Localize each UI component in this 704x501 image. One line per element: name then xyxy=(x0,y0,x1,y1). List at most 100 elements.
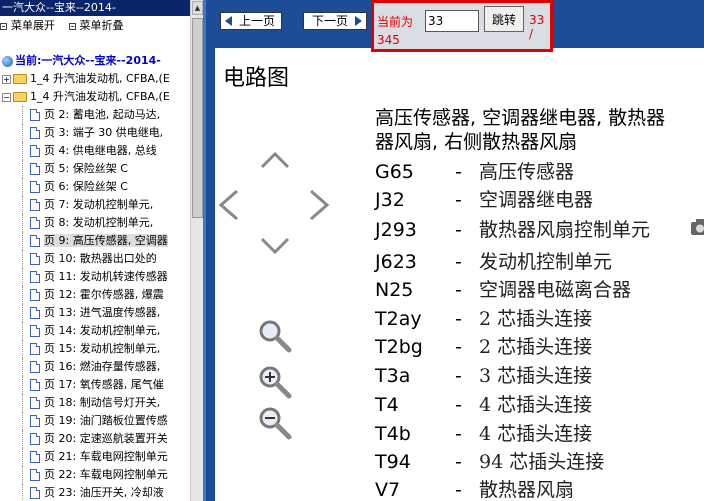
tree-menu: 菜单展开 菜单折叠 xyxy=(0,17,134,35)
tree-page-item[interactable]: 页 19: 油门踏板位置传感 xyxy=(0,412,190,430)
legend-code: T4 xyxy=(375,394,399,416)
legend-code: G65 xyxy=(375,161,414,183)
tree-page-item[interactable]: 页 22: 车载电网控制单元 xyxy=(0,466,190,484)
tree-page-item[interactable]: 页 21: 车载电网控制单元 xyxy=(0,448,190,466)
legend-dash: - xyxy=(455,479,462,501)
tree-page-item[interactable]: 页 6: 保险丝架 C xyxy=(0,178,190,196)
legend-text: 4 芯插头连接 xyxy=(479,394,593,416)
legend-dash: - xyxy=(455,365,462,387)
legend-row: T2ay -2 芯插头连接 xyxy=(375,305,592,333)
page-title: 电路图 xyxy=(223,66,290,91)
legend-dash: - xyxy=(455,336,462,358)
legend-row: T94 -94 芯插头连接 xyxy=(375,448,604,476)
folder-open-icon xyxy=(13,92,27,102)
legend-code: T2bg xyxy=(375,336,423,358)
zoom-out-icon[interactable] xyxy=(257,405,293,441)
diagram-description: 高压传感器, 空调器继电器, 散热器 器风扇, 右侧散热器风扇 xyxy=(375,107,666,153)
expand-square-icon xyxy=(0,22,7,30)
tree-line xyxy=(22,484,23,501)
camera-icon[interactable] xyxy=(690,218,704,236)
tree-panel-title: 一汽大众--宝来--2014- xyxy=(0,0,203,16)
page-icon xyxy=(30,433,40,445)
tree-scrollbar[interactable]: ▲ xyxy=(190,0,203,501)
legend-row: J293 - 散热器风扇控制单元 xyxy=(375,216,650,244)
tree-page-item[interactable]: 页 23: 油压开关, 冷却液 xyxy=(0,484,190,501)
legend-text: 4 芯插头连接 xyxy=(479,423,593,445)
tree-page-item[interactable]: 页 13: 进气温度传感器, xyxy=(0,304,190,322)
page-icon xyxy=(30,379,40,391)
page-icon xyxy=(30,217,40,229)
legend-row: T3a -3 芯插头连接 xyxy=(375,362,592,390)
legend-code: J623 xyxy=(375,251,417,273)
page-icon xyxy=(30,289,40,301)
tree-page-item[interactable]: 页 12: 霍尔传感器, 爆震 xyxy=(0,286,190,304)
tree-page-item[interactable]: 页 16: 燃油存量传感器, xyxy=(0,358,190,376)
chevron-down-icon[interactable] xyxy=(259,236,291,256)
tree-page-label: 页 20: 定速巡航装置开关 xyxy=(44,432,168,445)
tree-page-label: 页 11: 发动机转速传感器 xyxy=(44,270,168,283)
next-page-button[interactable]: 下一页 xyxy=(303,12,368,30)
zoom-in-icon[interactable] xyxy=(257,364,293,400)
tree-line xyxy=(22,304,23,322)
arrow-left-icon xyxy=(225,16,232,26)
page-icon xyxy=(30,253,40,265)
tree-node[interactable]: +1_4 升汽油发动机, CFBA,(E xyxy=(0,70,190,88)
tree-line xyxy=(22,340,23,358)
page-icon xyxy=(30,163,40,175)
page-icon xyxy=(30,415,40,427)
page-icon xyxy=(30,271,40,283)
menu-expand-button[interactable]: 菜单展开 xyxy=(0,17,55,35)
chevron-left-icon[interactable] xyxy=(217,188,241,222)
tree-page-item[interactable]: 页 4: 供电继电器, 总线 xyxy=(0,142,190,160)
legend-row: G65 - 高压传感器 xyxy=(375,158,574,186)
page-icon xyxy=(30,199,40,211)
tree-page-item[interactable]: 页 5: 保险丝架 C xyxy=(0,160,190,178)
tree-page-item[interactable]: 页 18: 制动信号灯开关, xyxy=(0,394,190,412)
tree-page-item[interactable]: 页 2: 蓄电池, 起动马达, xyxy=(0,106,190,124)
tree-line xyxy=(22,448,23,466)
scroll-thumb[interactable] xyxy=(192,18,203,218)
jump-button[interactable]: 跳转 xyxy=(484,6,524,32)
tree-page-item[interactable]: 页 14: 发动机控制单元, xyxy=(0,322,190,340)
menu-collapse-button[interactable]: 菜单折叠 xyxy=(68,17,124,35)
tree-page-item[interactable]: 页 17: 氧传感器, 尾气催 xyxy=(0,376,190,394)
chevron-right-icon[interactable] xyxy=(307,188,331,222)
page-number-input[interactable] xyxy=(425,10,479,32)
tree-page-label: 页 23: 油压开关, 冷却液 xyxy=(44,486,164,499)
tree-page-label: 页 16: 燃油存量传感器, xyxy=(44,360,161,373)
tree-page-item[interactable]: 页 8: 发动机控制单元, xyxy=(0,214,190,232)
tree-page-item[interactable]: 页 15: 发动机控制单元, xyxy=(0,340,190,358)
tree-page-item[interactable]: 页 11: 发动机转速传感器 xyxy=(0,268,190,286)
scroll-up-icon[interactable]: ▲ xyxy=(192,1,203,15)
tree-line xyxy=(22,322,23,340)
page-icon xyxy=(30,343,40,355)
tree-line xyxy=(22,160,23,178)
tree-page-label: 页 3: 端子 30 供电继电, xyxy=(44,126,164,139)
legend-dash: - xyxy=(455,251,462,273)
page-icon xyxy=(30,145,40,157)
page-icon xyxy=(30,127,40,139)
arrow-right-icon xyxy=(355,16,363,26)
tree-page-item[interactable]: 页 10: 散热器出口处的 xyxy=(0,250,190,268)
tree-page-item[interactable]: 页 7: 发动机控制单元, xyxy=(0,196,190,214)
tree-line xyxy=(22,376,23,394)
chevron-up-icon[interactable] xyxy=(259,150,291,170)
prev-page-button[interactable]: 上一页 xyxy=(220,12,283,30)
globe-icon xyxy=(2,55,13,67)
tree-line xyxy=(22,124,23,142)
legend-row: N25 - 空调器电磁离合器 xyxy=(375,276,631,304)
tree-page-item[interactable]: 页 9: 高压传感器, 空调器 xyxy=(0,232,190,250)
legend-code: J32 xyxy=(375,189,405,211)
tree-current-node[interactable]: 当前:一汽大众--宝来--2014- xyxy=(0,52,190,70)
magnifier-icon[interactable] xyxy=(257,318,293,354)
content-panel: 上一页 下一页 当前为 跳转 33 / 345 电路图 高压传感器, 空调器继电… xyxy=(215,0,704,501)
tree-node[interactable]: −1_4 升汽油发动机, CFBA,(E xyxy=(0,88,190,106)
collapse-icon[interactable]: − xyxy=(2,92,11,102)
page-icon xyxy=(30,451,40,463)
legend-dash: - xyxy=(455,308,462,330)
tree-page-item[interactable]: 页 20: 定速巡航装置开关 xyxy=(0,430,190,448)
page-icon xyxy=(30,235,40,247)
tree-page-item[interactable]: 页 3: 端子 30 供电继电, xyxy=(0,124,190,142)
panel-splitter[interactable] xyxy=(203,0,215,501)
expand-icon[interactable]: + xyxy=(2,74,11,84)
